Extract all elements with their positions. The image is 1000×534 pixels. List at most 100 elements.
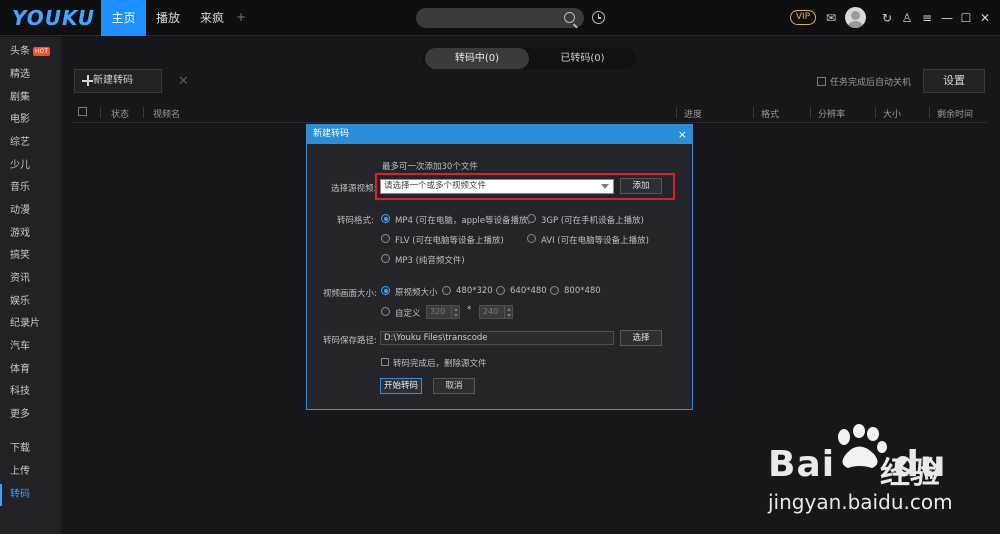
video-size-label: 视频画面大小: <box>323 289 377 299</box>
tab-home[interactable]: 主页 <box>101 0 146 36</box>
sidebar-item-juji[interactable]: 剧集 <box>0 87 61 109</box>
transcode-status-switch: 转码中(0) 已转码(0) <box>423 48 636 69</box>
settings-button[interactable]: 设置 <box>923 69 985 93</box>
size-640-label: 640*480 <box>510 286 547 296</box>
sidebar-item-keji[interactable]: 科技 <box>0 381 61 403</box>
delete-source-checkbox[interactable] <box>381 358 389 366</box>
tab-laifeng[interactable]: 来疯 <box>190 0 234 36</box>
column-separator <box>100 107 101 118</box>
menu-icon[interactable]: ≡ <box>920 11 934 25</box>
close-window-icon[interactable]: ✕ <box>978 11 992 25</box>
cancel-button[interactable]: 取消 <box>433 378 475 394</box>
size-custom-label: 自定义 <box>395 309 421 319</box>
stepper-arrows-icon[interactable] <box>504 306 512 318</box>
history-clock-icon[interactable] <box>592 11 605 24</box>
column-status: 状态 <box>111 110 130 120</box>
minimize-icon[interactable]: — <box>940 11 954 25</box>
sidebar: 头条 HOT 精选 剧集 电影 综艺 少儿 音乐 动漫 游戏 搞笑 资讯 娱乐 纪… <box>0 37 61 534</box>
sidebar-item-download[interactable]: 下载 <box>0 438 61 460</box>
column-resolution: 分辨率 <box>818 110 846 120</box>
dialog-title: 新建转码 <box>307 125 692 144</box>
size-480-radio[interactable] <box>442 286 451 295</box>
size-800-radio[interactable] <box>550 286 559 295</box>
format-avi-radio[interactable] <box>527 234 536 243</box>
avatar[interactable] <box>845 7 866 28</box>
column-separator <box>143 107 144 118</box>
choose-path-button[interactable]: 选择 <box>620 330 662 346</box>
auto-shutdown-checkbox[interactable] <box>817 77 826 86</box>
column-separator <box>875 107 876 118</box>
format-mp3-radio[interactable] <box>381 254 390 263</box>
format-mp3-label: MP3 (纯音频文件) <box>395 256 465 266</box>
column-remaining-time: 剩余时间 <box>937 110 974 120</box>
tab-play[interactable]: 播放 <box>146 0 190 36</box>
start-transcode-button[interactable]: 开始转码 <box>380 378 422 394</box>
maximize-icon[interactable]: ☐ <box>959 11 973 25</box>
custom-height-value: 240 <box>483 307 499 316</box>
format-3gp-label: 3GP (可在手机设备上播放) <box>541 216 644 226</box>
clear-icon[interactable]: ✕ <box>178 74 189 89</box>
column-separator <box>676 107 677 118</box>
add-tab-icon[interactable]: + <box>236 10 246 24</box>
sidebar-item-zixun[interactable]: 资讯 <box>0 268 61 290</box>
sidebar-item-gengduo[interactable]: 更多 <box>0 404 61 426</box>
sidebar-item-zongyi[interactable]: 综艺 <box>0 132 61 154</box>
select-all-checkbox[interactable] <box>78 107 87 116</box>
size-custom-radio[interactable] <box>381 307 390 316</box>
new-transcode-button[interactable]: 新建转码 <box>74 69 162 93</box>
delete-source-label: 转码完成后，删除源文件 <box>393 359 487 369</box>
auto-shutdown-option[interactable]: 任务完成后自动关机 <box>817 75 911 88</box>
jingyan-brand-text: 经验 <box>880 456 940 491</box>
file-limit-hint: 最多可一次添加30个文件 <box>382 162 478 172</box>
sidebar-item-gaoxiao[interactable]: 搞笑 <box>0 245 61 267</box>
sidebar-item-shaoer[interactable]: 少儿 <box>0 155 61 177</box>
tab-transcoded[interactable]: 已转码(0) <box>531 48 634 69</box>
column-format: 格式 <box>761 110 780 120</box>
save-path-input[interactable]: D:\Youku Files\transcode <box>380 331 614 345</box>
custom-width-stepper[interactable]: 320 <box>426 305 460 319</box>
format-mp4-radio[interactable] <box>381 214 390 223</box>
sidebar-item-yinyue[interactable]: 音乐 <box>0 177 61 199</box>
skin-shirt-icon[interactable]: ♙ <box>900 11 914 25</box>
jingyan-url-text: jingyan.baidu.com <box>768 490 953 514</box>
custom-height-stepper[interactable]: 240 <box>479 305 513 319</box>
sidebar-item-jingxuan[interactable]: 精选 <box>0 64 61 86</box>
sidebar-item-upload[interactable]: 上传 <box>0 461 61 483</box>
sidebar-item-tiyu[interactable]: 体育 <box>0 359 61 381</box>
refresh-icon[interactable]: ↻ <box>880 11 894 25</box>
search-icon[interactable] <box>564 12 575 23</box>
hot-badge: HOT <box>33 47 50 56</box>
size-640-radio[interactable] <box>496 286 505 295</box>
column-size: 大小 <box>883 110 902 120</box>
sidebar-item-toutiao[interactable]: 头条 HOT <box>0 41 61 63</box>
auto-shutdown-label: 任务完成后自动关机 <box>830 78 912 88</box>
search-input[interactable] <box>416 8 584 28</box>
sidebar-item-youxi[interactable]: 游戏 <box>0 223 61 245</box>
sidebar-item-jilupian[interactable]: 纪录片 <box>0 313 61 335</box>
sidebar-item-label: 头条 <box>10 46 30 57</box>
top-bar: YOUKU 主页 播放 来疯 + VIP ✉ ↻ ♙ ≡ — ☐ ✕ <box>0 0 1000 36</box>
tab-transcoding[interactable]: 转码中(0) <box>425 48 529 69</box>
sidebar-item-transcode[interactable]: 转码 <box>0 484 61 506</box>
format-flv-radio[interactable] <box>381 234 390 243</box>
mail-icon[interactable]: ✉ <box>824 11 838 25</box>
stepper-arrows-icon[interactable] <box>451 306 459 318</box>
sidebar-item-dianying[interactable]: 电影 <box>0 109 61 131</box>
youku-logo[interactable]: YOUKU <box>12 6 95 30</box>
youku-app-window: YOUKU 主页 播放 来疯 + VIP ✉ ↻ ♙ ≡ — ☐ ✕ 头条 HOT… <box>0 0 1000 534</box>
sidebar-item-yule[interactable]: 娱乐 <box>0 291 61 313</box>
format-label: 转码格式: <box>337 216 374 226</box>
format-3gp-radio[interactable] <box>527 214 536 223</box>
sidebar-item-qiche[interactable]: 汽车 <box>0 336 61 358</box>
size-480-label: 480*320 <box>456 286 493 296</box>
size-original-radio[interactable] <box>381 286 390 295</box>
sidebar-item-dongman[interactable]: 动漫 <box>0 200 61 222</box>
column-video-name: 视频名 <box>153 110 181 120</box>
size-original-label: 原视频大小 <box>395 288 438 298</box>
size-800-label: 800*480 <box>564 286 601 296</box>
size-times-sign: * <box>467 305 472 315</box>
dialog-close-icon[interactable]: × <box>678 125 687 144</box>
vip-badge[interactable]: VIP <box>790 10 816 25</box>
annotation-highlight-box <box>375 173 675 200</box>
column-separator <box>929 107 930 118</box>
